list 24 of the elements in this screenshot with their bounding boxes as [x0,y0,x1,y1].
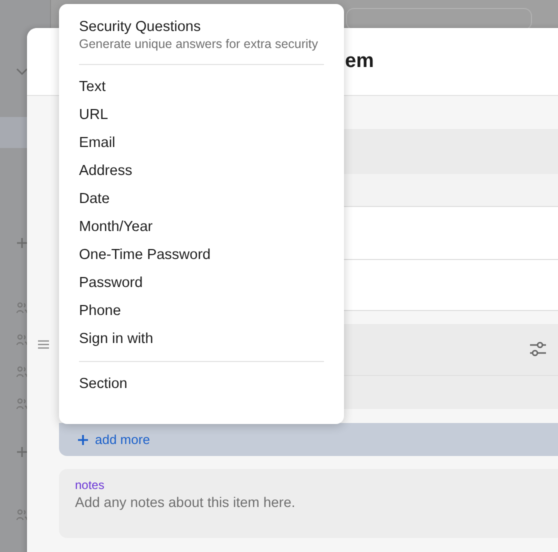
add-more-button[interactable]: add more [59,423,558,456]
people-icon[interactable] [16,509,28,521]
menu-item[interactable]: URL [79,101,324,129]
sliders-icon[interactable] [530,341,546,357]
menu-item[interactable]: Section [79,370,324,398]
notes-label: notes [75,478,104,492]
menu-item[interactable]: Security Questions Generate unique answers for extra security [79,14,324,56]
drag-handle-icon[interactable] [38,340,49,349]
chevron-down-icon[interactable] [16,68,28,76]
modal-title: em [345,50,374,73]
menu-item[interactable]: Address [79,157,324,185]
menu-item[interactable]: Phone [79,297,324,325]
plus-icon [78,434,88,444]
people-icon[interactable] [16,398,28,410]
menu-item[interactable]: Text [79,73,324,101]
people-icon[interactable] [16,334,28,346]
menu-item[interactable]: Month/Year [79,213,324,241]
menu-item[interactable]: Sign in with [79,325,324,353]
menu-item[interactable]: Date [79,185,324,213]
menu-item[interactable]: Password [79,269,324,297]
menu-item[interactable]: One-Time Password [79,241,324,269]
people-icon[interactable] [16,366,28,378]
people-icon[interactable] [16,302,28,314]
menu-item[interactable]: Email [79,129,324,157]
